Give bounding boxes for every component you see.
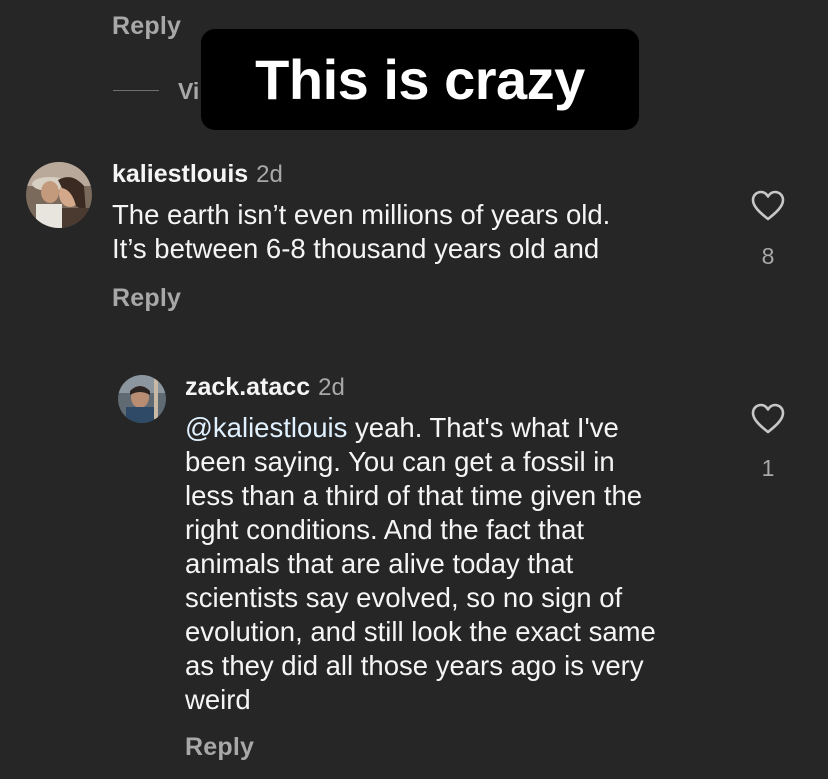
username-text[interactable]: kaliestlouis xyxy=(112,160,248,188)
caption-text: This is crazy xyxy=(255,48,585,111)
reply-button-previous[interactable]: Reply xyxy=(112,12,181,41)
comment-body: @kaliestlouis yeah. That's what I've bee… xyxy=(185,411,745,717)
comment-username[interactable]: kaliestlouis 2d xyxy=(112,160,283,189)
reply-button[interactable]: Reply xyxy=(185,733,254,762)
like-count: 1 xyxy=(761,455,775,481)
like-button[interactable] xyxy=(751,403,785,440)
comment-username[interactable]: zack.atacc 2d xyxy=(185,373,345,402)
comment-line: weird xyxy=(185,684,251,715)
comment-line: It’s between 6-8 thousand years old and xyxy=(112,233,600,264)
comment-line-first: @kaliestlouis yeah. That's what I've xyxy=(185,411,745,445)
username-text[interactable]: zack.atacc xyxy=(185,373,310,401)
avatar-zack-atacc[interactable] xyxy=(118,375,166,423)
comment-line: evolution, and still look the exact same xyxy=(185,616,656,647)
comment-time: 2d xyxy=(256,161,283,188)
comment-line: animals that are alive today that xyxy=(185,548,574,579)
like-count: 8 xyxy=(761,243,775,269)
heart-outline-icon xyxy=(751,403,785,434)
reply-button[interactable]: Reply xyxy=(112,284,181,313)
comment-line: less than a third of that time given the xyxy=(185,480,643,511)
comment-time: 2d xyxy=(318,374,345,401)
comment-body: The earth isn’t even millions of years o… xyxy=(112,198,712,266)
mention-link[interactable]: @kaliestlouis xyxy=(185,412,347,443)
profile-photo-man-icon xyxy=(118,375,166,423)
comment-line: right conditions. And the fact that xyxy=(185,514,585,545)
caption-overlay: This is crazy xyxy=(201,29,639,130)
avatar-kaliestlouis[interactable] xyxy=(26,162,92,228)
view-replies-divider xyxy=(113,90,159,91)
comment-line: as they did all those years ago is very xyxy=(185,650,644,681)
comment-line-text: yeah. That's what I've xyxy=(347,412,619,443)
comment-line: been saying. You can get a fossil in xyxy=(185,446,615,477)
comment-line: scientists say evolved, so no sign of xyxy=(185,582,623,613)
like-button[interactable] xyxy=(751,190,785,227)
comment-line: The earth isn’t even millions of years o… xyxy=(112,199,611,230)
heart-outline-icon xyxy=(751,190,785,221)
profile-photo-couple-icon xyxy=(26,162,92,228)
